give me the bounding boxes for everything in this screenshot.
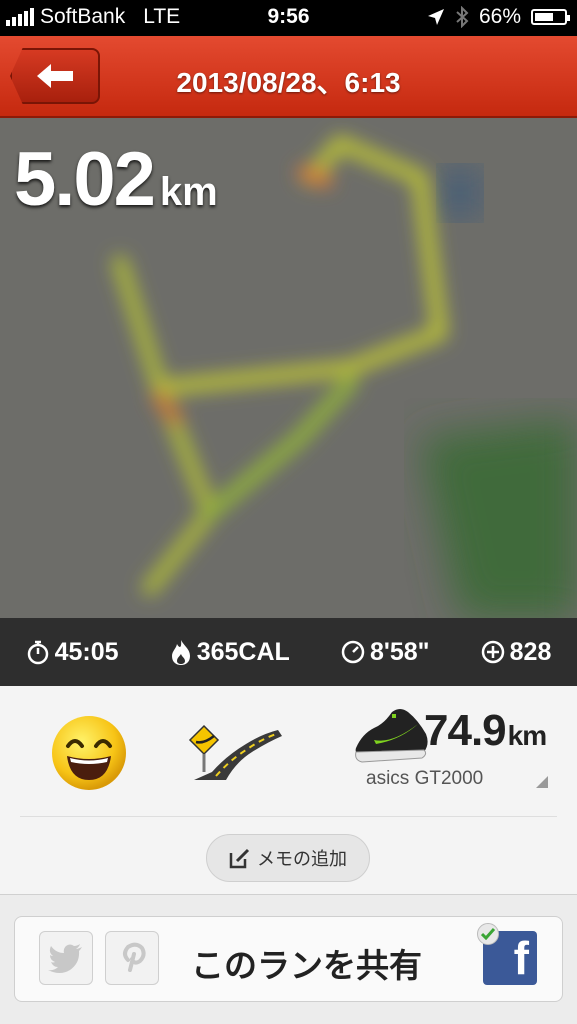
bluetooth-icon [456,6,469,28]
flame-icon [171,640,190,665]
water-area [440,168,480,218]
run-distance: 5.02 km [14,136,218,223]
stat-fuel: 828 [481,637,552,667]
battery-icon [531,9,570,25]
distance-unit: km [159,170,218,214]
pinterest-icon [123,942,146,972]
shoe-name[interactable]: asics GT2000 [366,768,483,790]
share-panel: このランを共有 f [14,916,563,1002]
shoe-distance-unit: km [507,720,547,751]
twitter-bird-icon [48,944,82,973]
run-date-title: 2013/08/28、6:13 [176,67,401,98]
calories-value: 365CAL [196,637,290,666]
nikefuel-icon [481,640,504,664]
stats-bar: 45:05 365CAL 8'58" 828 [0,618,577,686]
road-terrain-icon[interactable] [186,722,284,782]
pinterest-share-button[interactable] [105,931,159,985]
twitter-share-button[interactable] [39,931,93,985]
header-bar: 2013/08/28、6:13 [0,36,577,118]
edit-note-icon [229,848,250,869]
add-memo-button[interactable]: メモの追加 [206,834,370,882]
run-details-panel: 74.9km asics GT2000 メモの追加 [0,686,577,895]
speedometer-icon [341,640,365,664]
duration-value: 45:05 [54,637,119,666]
status-bar: SoftBank LTE 9:56 66% [0,0,577,36]
stat-duration: 45:05 [26,638,119,667]
fuel-value: 828 [509,637,552,666]
pace-value: 8'58" [369,637,430,666]
shoe-distance-value: 74.9 [424,706,507,755]
dropdown-corner-icon[interactable] [536,776,548,788]
stat-calories: 365CAL [170,638,290,667]
smiley-face-icon[interactable] [50,714,128,792]
share-run-label[interactable]: このランを共有 [191,939,422,987]
stopwatch-icon [27,640,48,665]
divider [20,816,557,817]
shoe-distance: 74.9km [424,706,547,756]
distance-value: 5.02 [14,137,156,222]
facebook-f-icon: f [513,932,529,984]
add-memo-label: メモの追加 [257,849,347,869]
battery-percent: 66% [478,5,521,28]
stat-pace: 8'58" [341,637,430,667]
checkmark-icon [477,923,499,945]
running-shoe-icon [355,709,428,763]
location-arrow-icon [427,9,444,25]
